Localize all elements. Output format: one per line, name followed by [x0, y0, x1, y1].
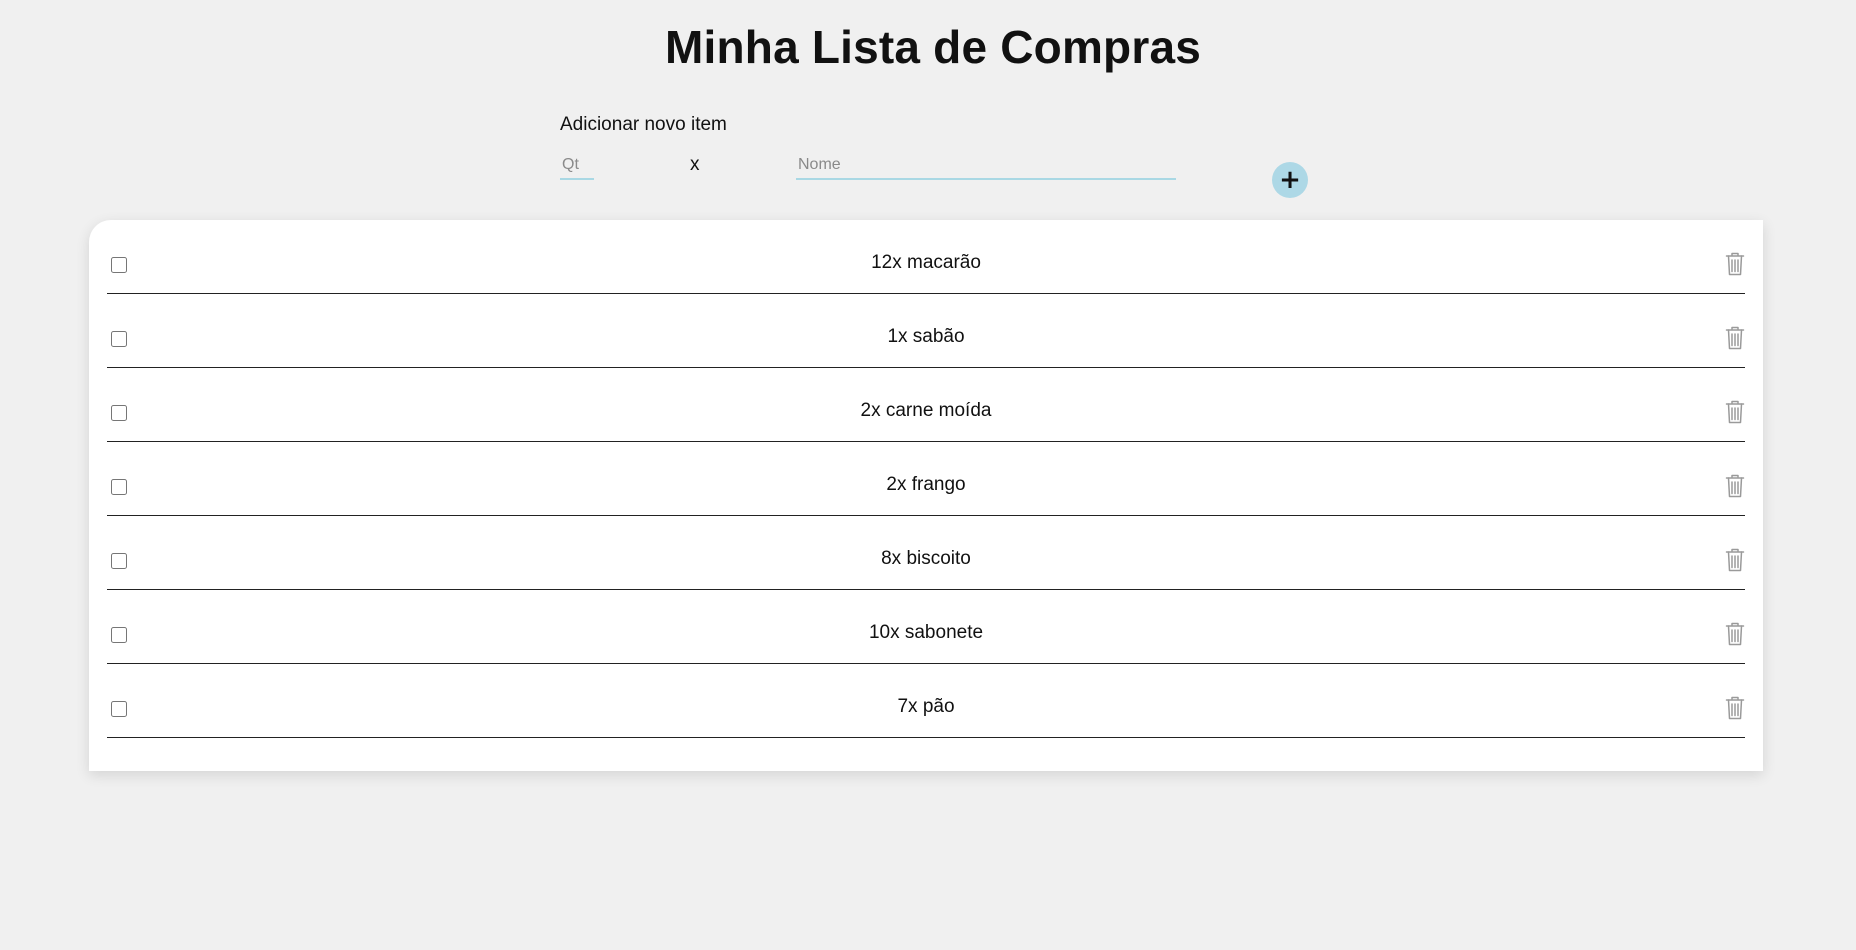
add-item-label: Adicionar novo item	[560, 114, 727, 135]
list-item: 2x frango	[107, 442, 1745, 516]
quantity-input[interactable]	[560, 152, 594, 180]
item-text: 8x biscoito	[881, 548, 971, 569]
trash-icon[interactable]	[1725, 548, 1745, 572]
item-text: 2x frango	[886, 474, 966, 495]
item-text: 10x sabonete	[868, 622, 984, 643]
add-item-row: x +	[560, 152, 1320, 202]
item-text: 2x carne moída	[860, 400, 992, 421]
item-checkbox[interactable]	[111, 553, 127, 569]
shopping-list: 12x macarão 1x sabão 2x carne moída 2x f…	[89, 220, 1763, 771]
item-checkbox[interactable]	[111, 479, 127, 495]
item-checkbox[interactable]	[111, 701, 127, 717]
item-text: 1x sabão	[887, 326, 965, 347]
list-item: 8x biscoito	[107, 516, 1745, 590]
list-item: 2x carne moída	[107, 368, 1745, 442]
add-item-form: Adicionar novo item x +	[560, 114, 1320, 202]
times-symbol: x	[690, 154, 700, 175]
list-item: 1x sabão	[107, 294, 1745, 368]
item-checkbox[interactable]	[111, 405, 127, 421]
trash-icon[interactable]	[1725, 622, 1745, 646]
list-item: 12x macarão	[107, 220, 1745, 294]
item-text: 12x macarão	[871, 252, 981, 273]
item-checkbox[interactable]	[111, 331, 127, 347]
item-checkbox[interactable]	[111, 257, 127, 273]
page-title: Minha Lista de Compras	[664, 21, 1202, 73]
item-text: 7x pão	[897, 696, 955, 717]
list-item: 7x pão	[107, 664, 1745, 738]
item-checkbox[interactable]	[111, 627, 127, 643]
list-item: 10x sabonete	[107, 590, 1745, 664]
item-name-input[interactable]	[796, 152, 1176, 180]
trash-icon[interactable]	[1725, 400, 1745, 424]
trash-icon[interactable]	[1725, 474, 1745, 498]
trash-icon[interactable]	[1725, 252, 1745, 276]
trash-icon[interactable]	[1725, 696, 1745, 720]
trash-icon[interactable]	[1725, 326, 1745, 350]
add-item-button[interactable]: +	[1272, 162, 1308, 198]
